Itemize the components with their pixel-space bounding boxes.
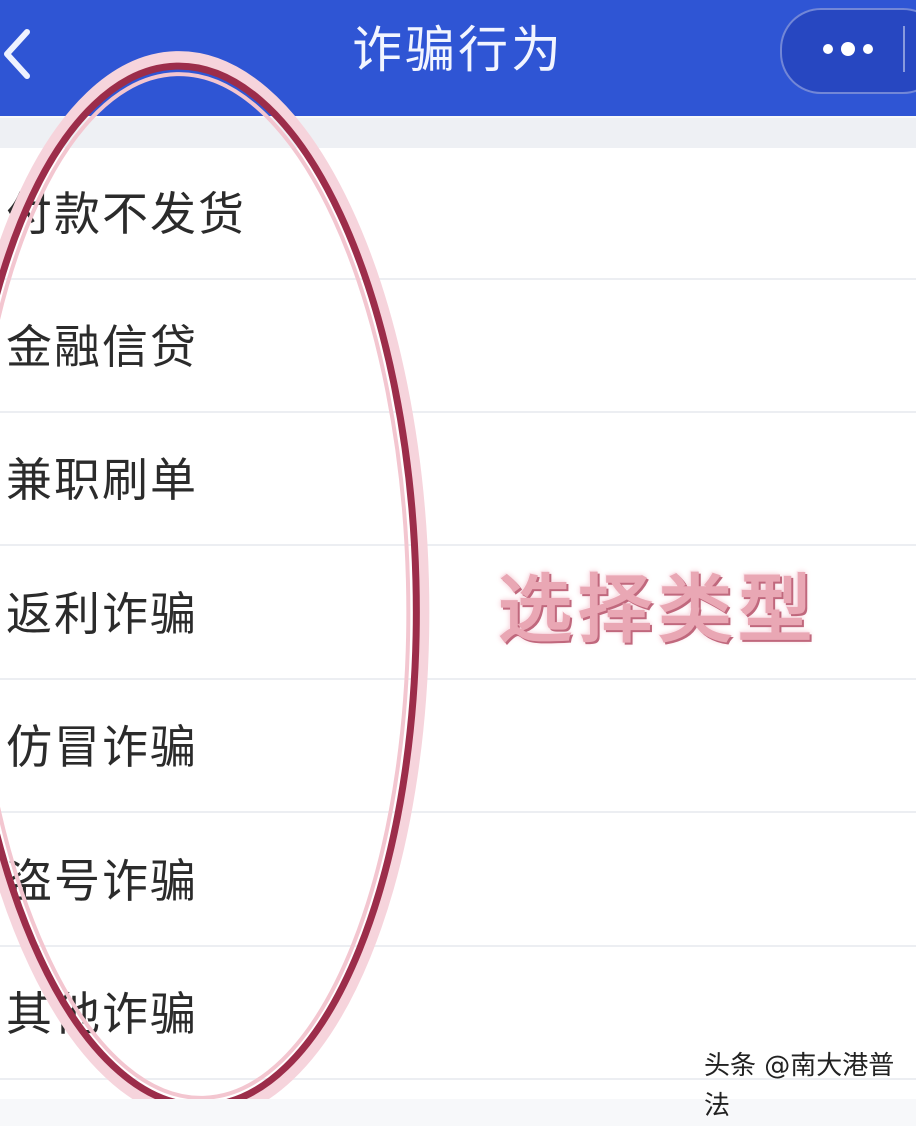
list-item-label: 其他诈骗	[6, 987, 198, 1041]
list-item-payment-no-delivery[interactable]: 付款不发货	[0, 148, 916, 280]
list-item-account-theft-fraud[interactable]: 盗号诈骗	[0, 815, 916, 947]
annotation-text: 选择类型	[498, 567, 818, 653]
watermark: 头条 @南大港普法	[704, 1051, 895, 1121]
more-button[interactable]	[796, 18, 900, 80]
capsule-divider	[903, 26, 905, 72]
more-dots-icon	[823, 42, 873, 56]
list-item-impersonation-fraud[interactable]: 仿冒诈骗	[0, 681, 916, 813]
list-item-label: 仿冒诈骗	[6, 720, 198, 774]
list-item-label: 金融信贷	[6, 320, 198, 374]
list-item-label: 盗号诈骗	[6, 854, 198, 908]
page-title: 诈骗行为	[352, 21, 564, 79]
list-item-label: 兼职刷单	[6, 453, 198, 507]
list-item-financial-credit[interactable]: 金融信贷	[0, 281, 916, 413]
list-item-label: 返利诈骗	[6, 587, 198, 641]
list-item-label: 付款不发货	[6, 187, 246, 241]
list-item-part-time-order-brushing[interactable]: 兼职刷单	[0, 414, 916, 546]
nav-bar: 诈骗行为	[0, 0, 916, 116]
